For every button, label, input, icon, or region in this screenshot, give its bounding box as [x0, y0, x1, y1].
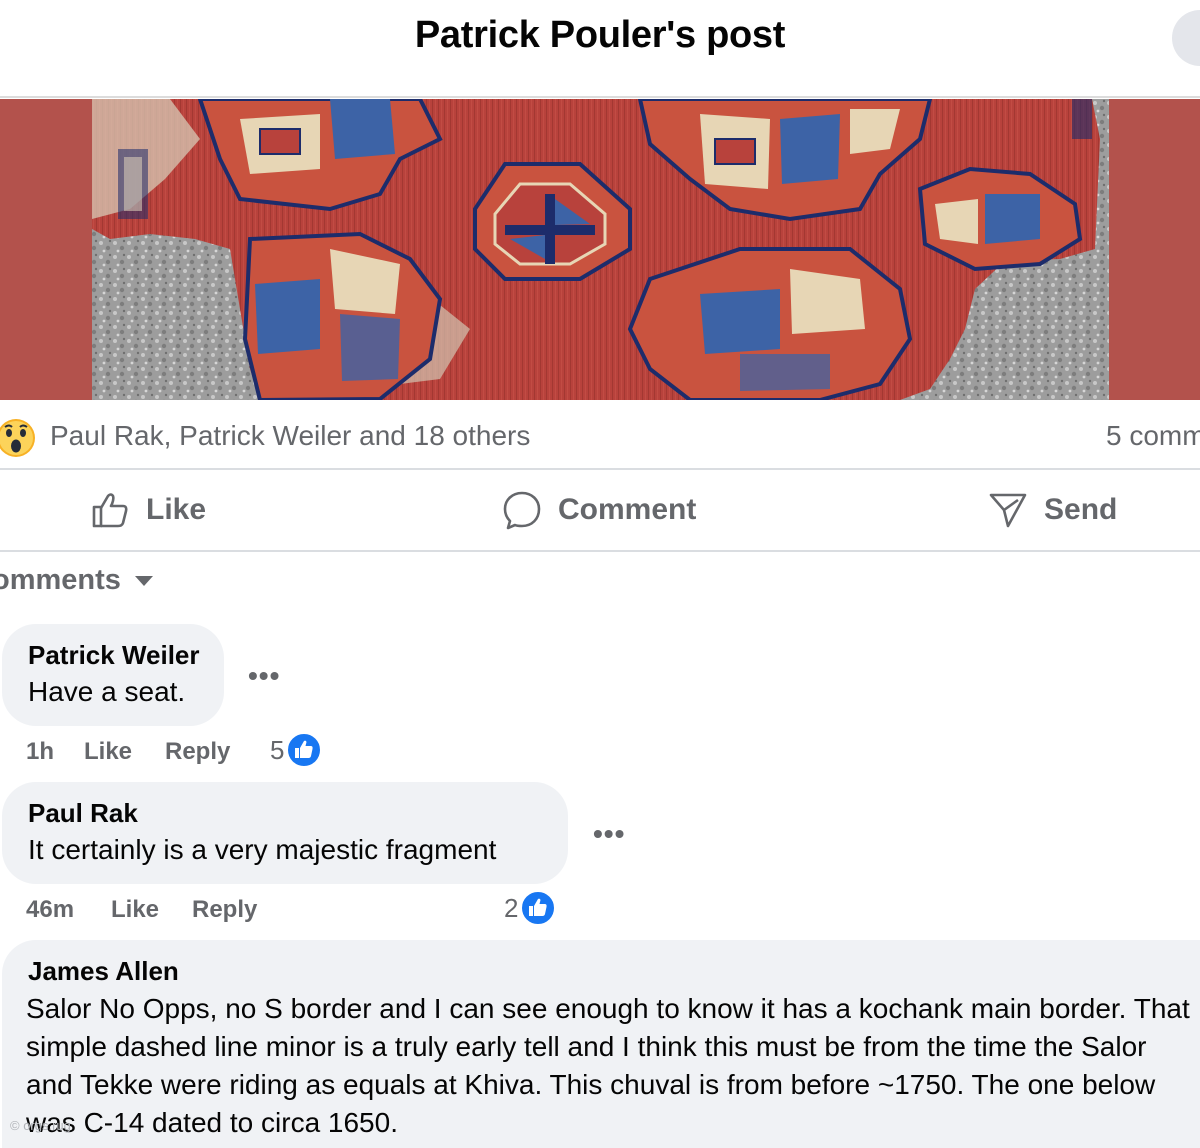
- comment-author[interactable]: Paul Rak: [28, 798, 138, 829]
- reactions-summary[interactable]: Paul Rak, Patrick Weiler and 18 others 5…: [0, 404, 1200, 468]
- watermark: © orgs.rug: [10, 1118, 71, 1133]
- like-button[interactable]: Like: [90, 488, 206, 532]
- wow-emoji-icon: [0, 419, 35, 457]
- comment-like-button[interactable]: Like: [111, 896, 159, 924]
- like-count-value: 2: [504, 892, 519, 923]
- speech-bubble-icon: [503, 491, 541, 530]
- reactors-text[interactable]: Paul Rak, Patrick Weiler and 18 others: [50, 420, 530, 452]
- like-label: Like: [146, 493, 207, 526]
- comment-like-count[interactable]: 2: [504, 890, 557, 926]
- comment-text: Have a seat.: [28, 676, 186, 707]
- post-action-bar: Like Comment Send: [0, 470, 1200, 550]
- comment-button[interactable]: Comment: [502, 488, 696, 532]
- comment-reply-button[interactable]: Reply: [192, 896, 257, 924]
- like-reaction-icon: [520, 890, 557, 926]
- send-label: Send: [1044, 493, 1118, 526]
- comment-time[interactable]: 1h: [26, 738, 54, 766]
- comment-time[interactable]: 46m: [26, 896, 74, 924]
- comment-like-count[interactable]: 5: [270, 732, 323, 768]
- caret-down-icon: [134, 575, 153, 586]
- comment-label: Comment: [558, 493, 697, 526]
- page-title: Patrick Pouler's post: [414, 14, 786, 56]
- comment-author[interactable]: Patrick Weiler: [28, 640, 200, 671]
- comment-bubble[interactable]: James Allen Salor No Opps, no S border a…: [2, 940, 1200, 1148]
- more-options-icon[interactable]: •••: [593, 818, 625, 850]
- send-icon: [989, 493, 1027, 528]
- comment-count[interactable]: 5 comm: [1106, 420, 1200, 452]
- comment-sort-dropdown[interactable]: omments: [0, 564, 153, 597]
- more-options-icon[interactable]: •••: [248, 660, 280, 692]
- comment-author[interactable]: James Allen: [28, 956, 179, 987]
- comment-like-button[interactable]: Like: [84, 738, 132, 766]
- comment-text: Salor No Opps, no S border and I can see…: [26, 993, 1190, 1138]
- comment-reply-button[interactable]: Reply: [165, 738, 230, 766]
- rug-fragment-image: [92, 99, 1109, 400]
- send-button[interactable]: Send: [988, 488, 1117, 532]
- comment-bubble[interactable]: Patrick Weiler Have a seat.: [2, 624, 224, 726]
- divider: [0, 550, 1200, 552]
- thumbs-up-icon: [92, 493, 128, 528]
- comment-bubble[interactable]: Paul Rak It certainly is a very majestic…: [2, 782, 568, 884]
- comment-text: It certainly is a very majestic fragment: [28, 834, 497, 865]
- post-header: Patrick Pouler's post: [0, 0, 1200, 98]
- like-count-value: 5: [270, 734, 285, 765]
- sort-label: omments: [0, 564, 121, 596]
- post-image[interactable]: [0, 99, 1200, 400]
- like-reaction-icon: [286, 732, 323, 768]
